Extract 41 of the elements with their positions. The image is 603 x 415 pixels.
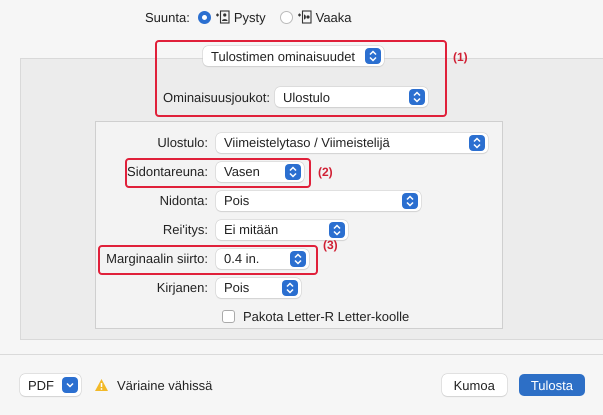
cancel-button[interactable]: Kumoa (442, 374, 507, 396)
callout-number: (1) (453, 50, 468, 64)
panel-menu-popup[interactable]: Tulostimen ominaisuudet (203, 46, 384, 66)
setting-label: Marginaalin siirto: (105, 251, 209, 266)
setting-label: Nidonta: (158, 193, 209, 208)
orientation-label: Suunta: (145, 10, 190, 24)
up-down-icon (469, 134, 485, 150)
callout-number: (3) (323, 238, 338, 252)
radio-button[interactable] (280, 10, 293, 24)
checkbox-label: Pakota Letter-R Letter-koolle (243, 309, 410, 324)
setting-label: Ulostulo: (156, 135, 209, 150)
radio-button[interactable] (198, 10, 211, 24)
chevron-down-icon (62, 377, 78, 393)
radio-label: Vaaka (316, 10, 352, 24)
setting-label: Rei'itys: (162, 222, 209, 237)
up-down-icon (402, 192, 418, 208)
portrait-page-icon (214, 10, 230, 24)
warning-text: Väriaine vähissä (117, 378, 212, 392)
up-down-icon (285, 164, 301, 180)
print-button[interactable]: Tulosta (518, 374, 585, 396)
up-down-icon (365, 48, 382, 64)
up-down-icon (329, 222, 345, 238)
up-down-icon (282, 280, 298, 296)
feature-sets-label: Ominaisuusjoukot: (163, 90, 270, 104)
feature-sets-popup[interactable]: Ulostulo (274, 87, 428, 107)
radio-label: Pysty (234, 10, 266, 24)
setting-label: Sidontareuna: (126, 164, 209, 179)
up-down-icon (408, 89, 425, 105)
landscape-page-icon (296, 10, 312, 24)
warning-icon (94, 378, 109, 392)
setting-popup[interactable]: Pois (216, 278, 301, 298)
setting-popup[interactable]: Ei mitään (216, 220, 348, 240)
setting-popup[interactable]: Pois (216, 190, 421, 210)
setting-popup[interactable]: Viimeistelytaso / Viimeistelijä (216, 132, 488, 152)
setting-label: Kirjanen: (156, 280, 209, 295)
pdf-menu-button[interactable]: PDF (20, 374, 81, 396)
setting-popup[interactable]: Vasen (216, 162, 304, 182)
callout-number: (2) (318, 165, 333, 179)
checkbox[interactable] (222, 310, 235, 323)
setting-popup[interactable]: 0.4 in. (216, 248, 309, 268)
up-down-icon (290, 250, 306, 266)
